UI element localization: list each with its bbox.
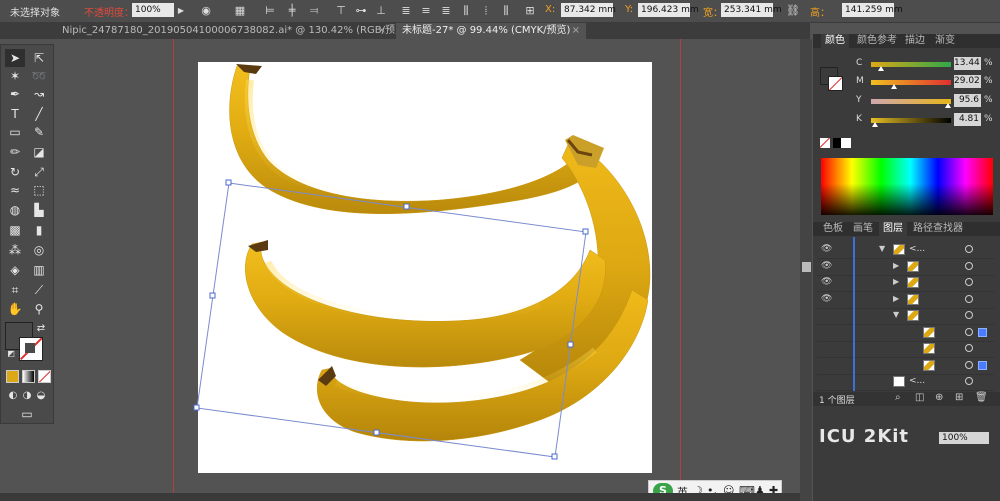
bottom-status-bar xyxy=(0,493,800,501)
layer-row[interactable]: ▼ xyxy=(817,308,994,325)
visibility-eye-icon[interactable]: 👁 xyxy=(821,244,832,254)
color-panel-tabs: 颜色 颜色参考 描边 渐变 xyxy=(813,34,1000,48)
visibility-eye-icon[interactable]: 👁 xyxy=(821,277,832,287)
selected-art-indicator xyxy=(978,360,987,370)
expand-arrow-icon[interactable]: ▶ xyxy=(893,261,899,270)
none-swatch[interactable] xyxy=(820,138,830,148)
white-swatch[interactable] xyxy=(841,138,851,148)
zoom-field[interactable]: 100% xyxy=(939,432,989,444)
color-spectrum[interactable] xyxy=(821,158,993,215)
channel-value-input[interactable]: 29.02 xyxy=(954,75,981,88)
layer-row[interactable]: 👁 ▶ xyxy=(817,259,994,276)
make-clipping-mask-icon[interactable]: ◫ xyxy=(915,392,924,403)
layer-selection-indicator xyxy=(853,237,855,391)
locate-object-icon[interactable]: ⌕ xyxy=(895,392,901,403)
layer-row[interactable] xyxy=(817,341,994,358)
target-circle-icon[interactable] xyxy=(965,344,973,352)
layer-name: <... xyxy=(909,376,926,386)
slider-row-m: M 29.02% xyxy=(813,74,1000,92)
slider-row-y: Y 95.6% xyxy=(813,93,1000,111)
percent-sign: % xyxy=(984,58,993,68)
slider-knob[interactable] xyxy=(878,66,885,71)
layers-footer: 1 个图层 ⌕ ◫ ⊕ ⊞ 🗑 xyxy=(813,392,1000,406)
expand-arrow-icon[interactable]: ▶ xyxy=(893,277,899,286)
target-circle-icon[interactable] xyxy=(965,261,973,270)
new-layer-icon[interactable]: ⊞ xyxy=(955,392,963,403)
new-sublayer-icon[interactable]: ⊕ xyxy=(935,392,943,403)
tab-color-guide[interactable]: 颜色参考 xyxy=(853,34,901,48)
layer-row[interactable]: 👁 ▶ xyxy=(817,275,994,292)
tab-color[interactable]: 颜色 xyxy=(821,34,849,48)
target-circle-icon[interactable] xyxy=(965,278,973,286)
target-circle-icon[interactable] xyxy=(965,377,973,385)
tab-brushes[interactable]: 画笔 xyxy=(849,222,877,236)
selected-art-indicator xyxy=(978,327,987,337)
banana-top xyxy=(229,65,599,214)
slider-knob[interactable] xyxy=(944,103,951,108)
layer-thumbnail xyxy=(907,310,919,321)
slider-knob[interactable] xyxy=(872,122,878,127)
channel-label: M xyxy=(856,76,864,86)
tab-pathfinder[interactable]: 路径查找器 xyxy=(909,222,967,236)
layer-row[interactable]: 👁 ▼ <... xyxy=(817,242,994,259)
visibility-eye-icon[interactable]: 👁 xyxy=(821,261,832,271)
right-panel-dock: 颜色 颜色参考 描边 渐变 C 13.44% M 29.02% Y 95.6% K 4.81%… xyxy=(813,34,1000,501)
layer-row[interactable] xyxy=(817,358,994,375)
channel-slider[interactable] xyxy=(871,80,951,85)
expand-arrow-icon[interactable]: ▶ xyxy=(893,294,899,303)
tab-stroke[interactable]: 描边 xyxy=(901,34,929,48)
layer-thumbnail xyxy=(923,326,935,338)
channel-label: K xyxy=(856,114,862,124)
layer-row[interactable] xyxy=(817,325,994,342)
layer-thumbnail xyxy=(923,359,935,371)
layer-thumbnail xyxy=(893,376,905,387)
slider-knob[interactable] xyxy=(891,84,898,89)
channel-label: Y xyxy=(856,95,862,105)
channel-slider[interactable] xyxy=(871,99,951,104)
target-circle-icon[interactable] xyxy=(965,327,973,336)
target-circle-icon[interactable] xyxy=(965,360,973,369)
expand-arrow-icon[interactable]: ▼ xyxy=(893,310,899,319)
target-circle-icon[interactable] xyxy=(965,245,973,253)
tab-swatches[interactable]: 色板 xyxy=(819,222,847,236)
layer-thumbnail xyxy=(893,244,905,255)
percent-sign: % xyxy=(984,76,993,86)
percent-sign: % xyxy=(984,114,993,124)
target-circle-icon[interactable] xyxy=(965,311,973,319)
slider-row-k: K 4.81% xyxy=(813,112,1000,130)
scrollbar-thumb[interactable] xyxy=(802,262,811,272)
tab-gradient[interactable]: 渐变 xyxy=(931,34,959,48)
layer-thumbnail xyxy=(907,260,919,272)
layer-count: 1 个图层 xyxy=(819,396,855,406)
channel-label: C xyxy=(856,58,863,68)
channel-value-input[interactable]: 95.6 xyxy=(954,94,981,107)
tab-layers[interactable]: 图层 xyxy=(879,222,907,236)
layer-row[interactable]: <... xyxy=(817,374,994,391)
visibility-eye-icon[interactable]: 👁 xyxy=(821,294,832,304)
expand-arrow-icon[interactable]: ▼ xyxy=(879,244,885,253)
slider-row-c: C 13.44% xyxy=(813,56,1000,74)
channel-value-input[interactable]: 4.81 xyxy=(954,113,981,126)
channel-value-input[interactable]: 13.44 xyxy=(954,57,981,70)
percent-sign: % xyxy=(984,95,993,105)
delete-layer-icon[interactable]: 🗑 xyxy=(975,392,988,403)
target-circle-icon[interactable] xyxy=(965,294,973,303)
layer-thumbnail xyxy=(907,293,919,305)
layer-thumbnail xyxy=(907,277,919,288)
channel-slider[interactable] xyxy=(871,118,951,123)
layer-thumbnail xyxy=(923,343,935,354)
layer-name: <... xyxy=(909,244,926,254)
layer-row[interactable]: 👁 ▶ xyxy=(817,292,994,309)
layers-panel-tabs: 色板 画笔 图层 路径查找器 xyxy=(813,222,1000,236)
